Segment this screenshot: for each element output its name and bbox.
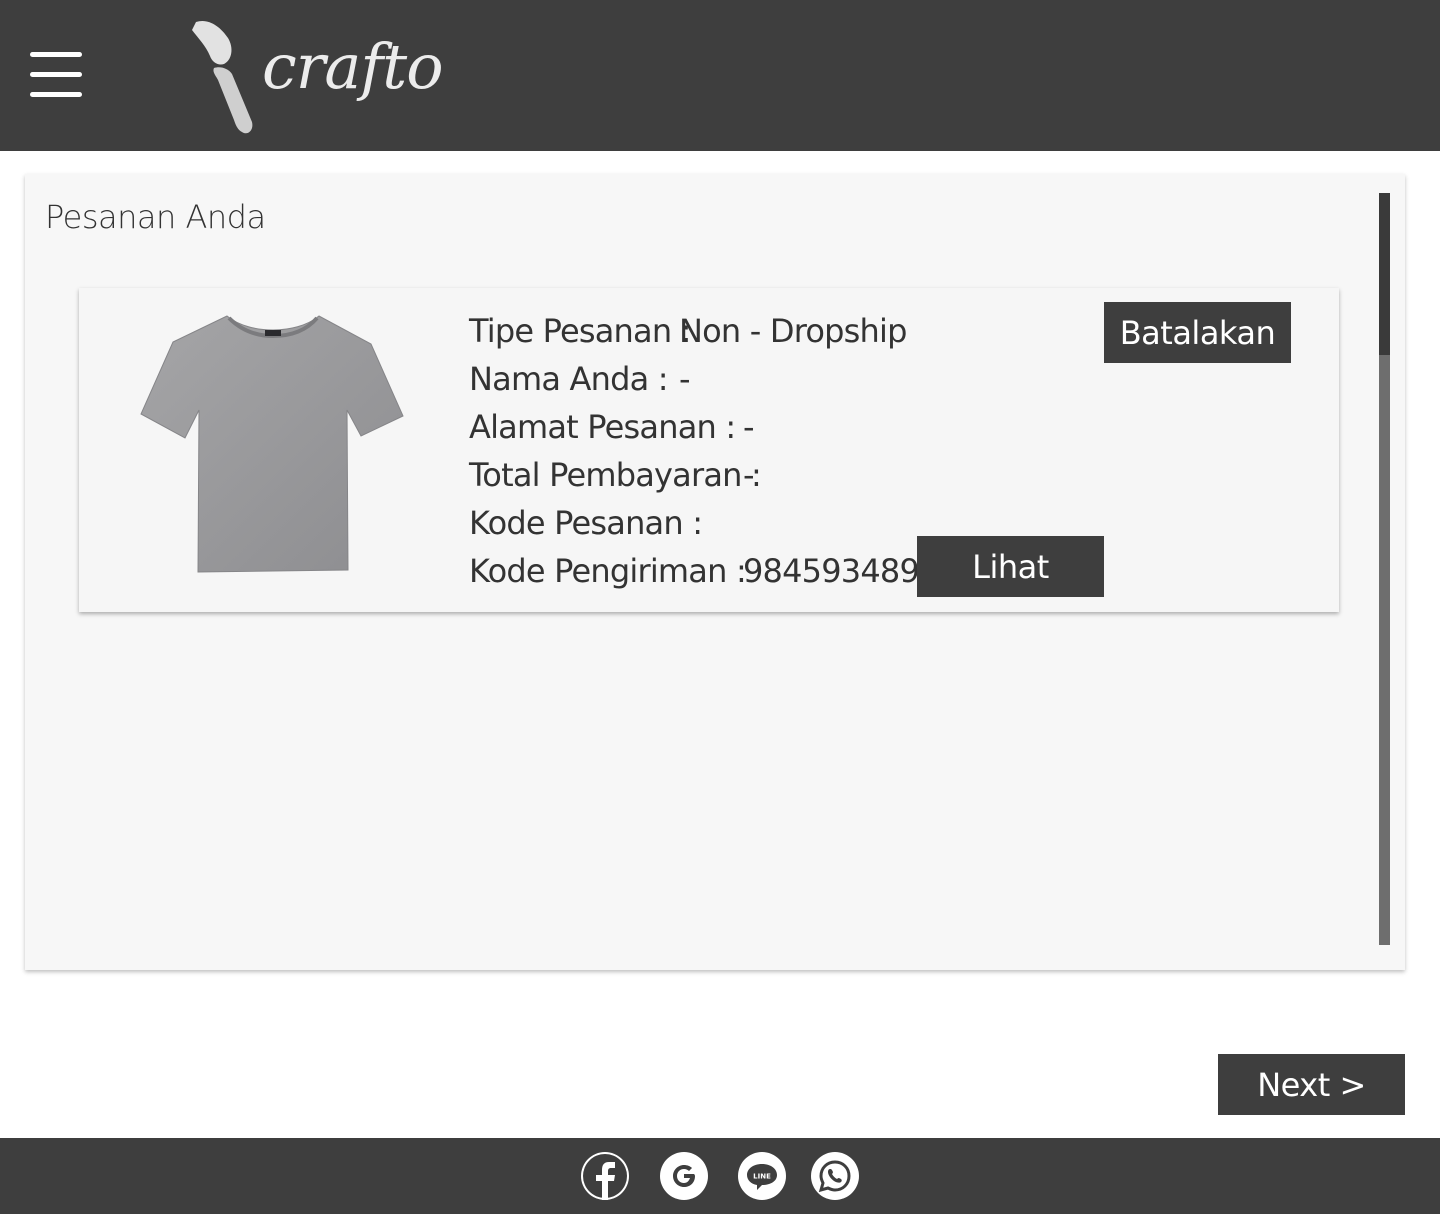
product-image — [140, 315, 404, 573]
view-shipping-button[interactable]: Lihat — [917, 536, 1104, 597]
scrollbar-thumb[interactable] — [1379, 193, 1390, 355]
order-code-row: Kode Pesanan : — [469, 504, 703, 542]
crafto-logo[interactable]: crafto — [190, 16, 444, 136]
shipping-code-row: Kode Pengiriman : 984593489 — [469, 552, 920, 590]
google-icon[interactable] — [660, 1152, 708, 1200]
order-code-label: Kode Pesanan : — [469, 504, 703, 542]
total-payment-value: - — [743, 456, 755, 494]
order-address-label: Alamat Pesanan : — [469, 408, 736, 446]
customer-name-row: Nama Anda : - — [469, 360, 691, 398]
facebook-icon[interactable] — [581, 1152, 629, 1200]
whatsapp-glyph-icon — [818, 1160, 851, 1193]
order-card: Tipe Pesanan : Non - Dropship Nama Anda … — [79, 288, 1339, 612]
total-payment-row: Total Pembayaran : - — [469, 456, 762, 494]
order-type-label: Tipe Pesanan : — [469, 312, 691, 350]
order-type-value: Non - Dropship — [679, 312, 907, 350]
cancel-order-button[interactable]: Batalakan — [1104, 302, 1291, 363]
order-address-value: - — [743, 408, 755, 446]
top-header: crafto — [0, 0, 1440, 151]
shipping-code-label: Kode Pengiriman : — [469, 552, 747, 590]
facebook-glyph-icon — [583, 1154, 627, 1200]
order-address-row: Alamat Pesanan : - — [469, 408, 755, 446]
customer-name-value: - — [679, 360, 691, 398]
total-payment-label: Total Pembayaran : — [469, 456, 762, 494]
hamburger-menu-icon[interactable] — [30, 52, 82, 98]
shipping-code-value: 984593489 — [743, 552, 920, 590]
next-page-button[interactable]: Next > — [1218, 1054, 1405, 1115]
page-title: Pesanan Anda — [45, 198, 266, 236]
order-type-row: Tipe Pesanan : Non - Dropship — [469, 312, 907, 350]
google-glyph-icon — [673, 1165, 695, 1187]
customer-name-label: Nama Anda : — [469, 360, 669, 398]
scrollbar[interactable] — [1379, 193, 1390, 945]
line-glyph-icon: LINE — [747, 1164, 777, 1190]
footer: LINE — [0, 1138, 1440, 1214]
paintbrush-icon — [192, 20, 253, 134]
line-text: LINE — [753, 1173, 771, 1181]
orders-panel: Pesanan Anda Tipe Pesanan : Non - Dropsh… — [25, 174, 1405, 970]
whatsapp-icon[interactable] — [811, 1152, 859, 1200]
line-icon[interactable]: LINE — [738, 1152, 786, 1200]
logo-text: crafto — [262, 30, 444, 103]
